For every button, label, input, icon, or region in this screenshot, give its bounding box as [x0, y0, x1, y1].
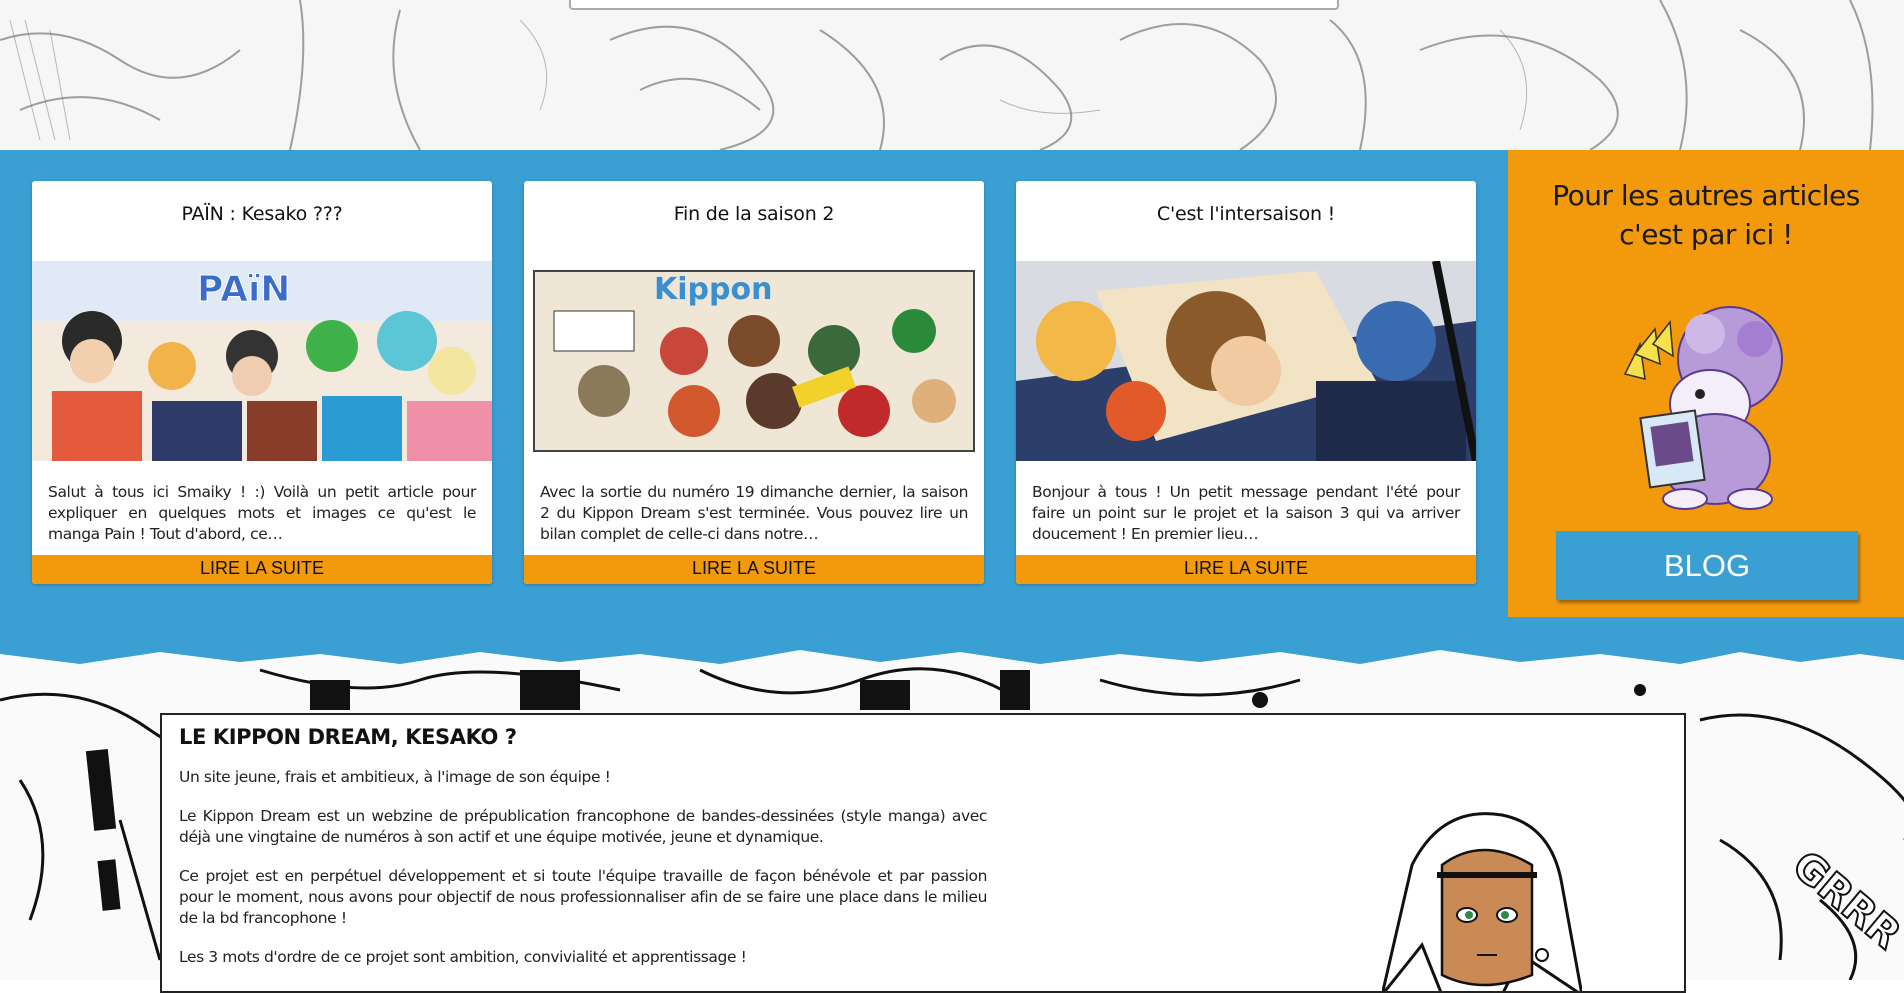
article-image[interactable]: PAïN	[32, 261, 492, 461]
article-title[interactable]: PAÏN : Kesako ???	[32, 203, 492, 225]
blog-button[interactable]: BLOG	[1556, 531, 1858, 600]
read-more-button[interactable]: LIRE LA SUITE	[524, 555, 984, 584]
article-excerpt: Avec la sortie du numéro 19 dimanche der…	[540, 483, 968, 543]
about-paragraph: Un site jeune, frais et ambitieux, à l'i…	[179, 768, 611, 786]
article-card: PAÏN : Kesako ??? PAïN Salut à tous ici …	[32, 181, 492, 584]
about-paragraph: Ce projet est en perpétuel développement…	[179, 867, 987, 927]
article-card: C'est l'intersaison ! Bonjour à tous ! U…	[1016, 181, 1476, 584]
svg-text:Kippon: Kippon	[654, 272, 772, 307]
article-excerpt: Salut à tous ici Smaiky ! :) Voilà un pe…	[48, 483, 476, 543]
svg-text:PAïN: PAïN	[197, 269, 290, 310]
read-more-button[interactable]: LIRE LA SUITE	[1016, 555, 1476, 584]
svg-text:GRRR: GRRR	[1784, 842, 1904, 958]
about-section: LE KIPPON DREAM, KESAKO ? Un site jeune,…	[160, 713, 1686, 993]
purple-mascot-reading-icon	[1615, 284, 1795, 519]
read-more-button[interactable]: LIRE LA SUITE	[32, 555, 492, 584]
article-image[interactable]: Kippon	[524, 261, 984, 461]
article-image[interactable]	[1016, 261, 1476, 461]
about-title: LE KIPPON DREAM, KESAKO ?	[179, 725, 517, 749]
blog-panel: Pour les autres articles c'est par ici !…	[1508, 150, 1904, 617]
about-paragraph: Les 3 mots d'ordre de ce projet sont amb…	[179, 948, 747, 966]
about-paragraph: Le Kippon Dream est un webzine de prépub…	[179, 807, 987, 846]
article-title[interactable]: C'est l'intersaison !	[1016, 203, 1476, 225]
article-title[interactable]: Fin de la saison 2	[524, 203, 984, 225]
blog-panel-title: Pour les autres articles c'est par ici !	[1552, 179, 1860, 251]
search-bar[interactable]	[569, 0, 1339, 10]
header-manga-background	[0, 0, 1904, 150]
article-card: Fin de la saison 2 Kippon Avec la sortie…	[524, 181, 984, 584]
white-haired-character-icon	[1381, 805, 1583, 991]
article-excerpt: Bonjour à tous ! Un petit message pendan…	[1032, 483, 1460, 543]
